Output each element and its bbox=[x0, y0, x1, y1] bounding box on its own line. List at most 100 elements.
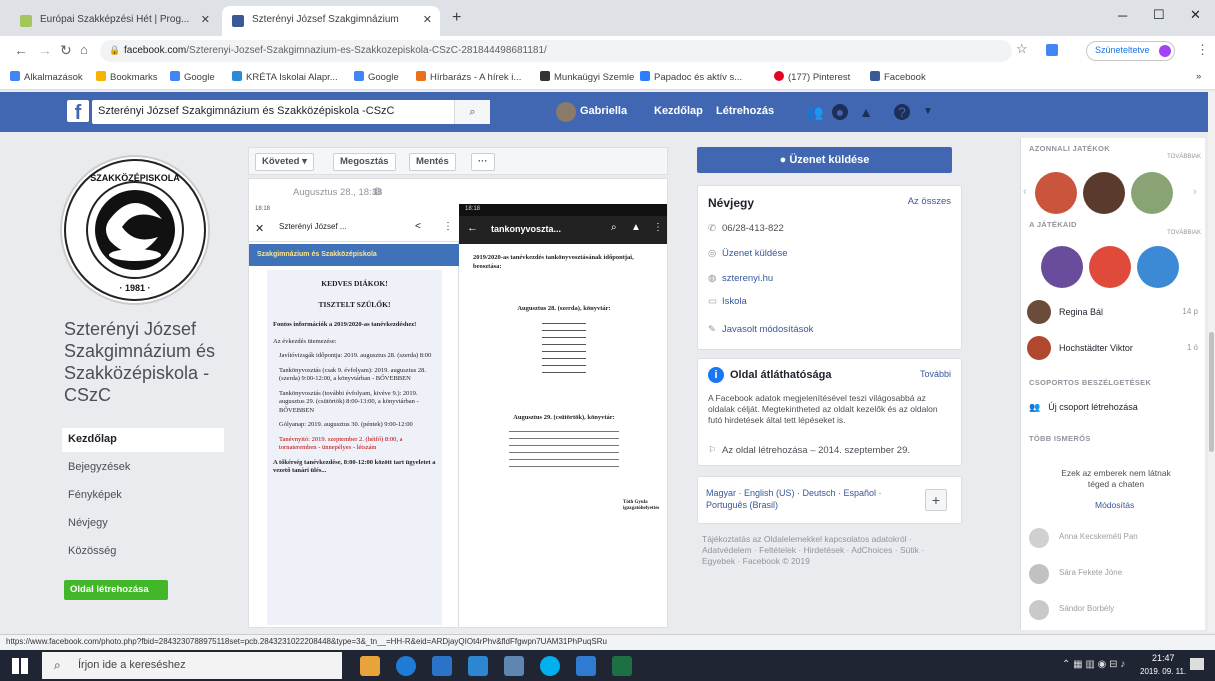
chevron-left-icon[interactable]: ‹ bbox=[1023, 186, 1027, 198]
nav-item-about[interactable]: Névjegy bbox=[62, 512, 224, 536]
offline-contact[interactable]: Sára Fekete Jóne bbox=[1029, 562, 1199, 586]
windows-app-icon[interactable] bbox=[576, 656, 596, 676]
facebook-logo-icon[interactable]: f bbox=[67, 100, 89, 124]
tab-europai[interactable]: Európai Szakképzési Hét | Prog... ✕ bbox=[10, 6, 218, 36]
bookmark-item[interactable]: Google bbox=[354, 71, 399, 83]
add-language-button[interactable]: + bbox=[925, 489, 947, 511]
game-avatar[interactable] bbox=[1131, 172, 1173, 214]
bookmark-item[interactable]: KRÉTA Iskolai Alapr... bbox=[232, 71, 338, 83]
back-icon[interactable]: ← bbox=[14, 42, 28, 58]
forward-icon[interactable]: → bbox=[38, 42, 52, 58]
reload-icon[interactable]: ↻ bbox=[60, 42, 72, 59]
website-link[interactable]: ◍ szterenyi.hu bbox=[708, 273, 773, 284]
photos-icon[interactable] bbox=[468, 656, 488, 676]
nav-item-community[interactable]: Közösség bbox=[62, 540, 224, 564]
maximize-icon[interactable]: ☐ bbox=[1153, 7, 1165, 23]
schedule-heading: 2019/2020-as tanévkezdés tankönyvosztásá… bbox=[473, 254, 634, 270]
post-image-2[interactable]: 18:18 ← tankonyvoszta... ⌕ ▲ ⋮ 2019/2020… bbox=[459, 204, 667, 627]
extension-icon[interactable] bbox=[1046, 44, 1058, 56]
create-link[interactable]: Létrehozás bbox=[716, 105, 774, 117]
close-icon[interactable]: ✕ bbox=[201, 13, 210, 26]
menu-icon[interactable]: ⋮ bbox=[1196, 42, 1209, 58]
link-preview-statusbar: https://www.facebook.com/photo.php?fbid=… bbox=[0, 634, 1215, 650]
messenger-icon[interactable]: ● bbox=[832, 104, 848, 120]
edge-icon[interactable] bbox=[396, 656, 416, 676]
messenger-icon: ◎ bbox=[708, 248, 717, 259]
school-logo[interactable]: SZAKKÖZÉPISKOLA · 1981 · bbox=[60, 155, 210, 305]
game-avatar[interactable] bbox=[1083, 172, 1125, 214]
change-settings-link[interactable]: Módosítás bbox=[1095, 500, 1134, 510]
help-icon[interactable]: ? bbox=[894, 104, 910, 120]
home-icon[interactable]: ⌂ bbox=[80, 42, 88, 57]
scrollbar-thumb[interactable] bbox=[1209, 332, 1214, 452]
see-more-link[interactable]: TOVÁBBIAK bbox=[1167, 154, 1201, 160]
nav-item-home[interactable]: Kezdőlap bbox=[62, 428, 224, 452]
people-app-icon[interactable] bbox=[504, 656, 524, 676]
bookmark-item[interactable]: Google bbox=[170, 71, 215, 83]
bookmark-item[interactable]: Facebook bbox=[870, 71, 926, 83]
bookmark-item[interactable]: Hírbarázs - A hírek i... bbox=[416, 71, 521, 83]
store-app-icon[interactable] bbox=[360, 656, 380, 676]
excel-icon[interactable] bbox=[612, 656, 632, 676]
calculator-icon[interactable] bbox=[432, 656, 452, 676]
scrollbar[interactable] bbox=[1208, 92, 1215, 632]
offline-contact[interactable]: Anna Kecskeméti Pan bbox=[1029, 526, 1199, 550]
bookmark-item[interactable]: Bookmarks bbox=[96, 71, 158, 83]
footer-links[interactable]: Tájékoztatás az Oldalelemekkel kapcsolat… bbox=[702, 534, 932, 567]
system-tray-icons[interactable]: ⌃ ▦ ▥ ◉ ⊟ ♪ bbox=[1062, 659, 1125, 670]
chevron-right-icon[interactable]: › bbox=[1193, 186, 1197, 198]
notifications-icon[interactable] bbox=[1190, 658, 1204, 670]
contact-item[interactable]: Hochstädter Viktor 1 ó bbox=[1027, 334, 1202, 362]
skype-icon[interactable] bbox=[540, 656, 560, 676]
save-button[interactable]: Mentés bbox=[409, 153, 456, 171]
friend-requests-icon[interactable]: 👥 bbox=[806, 104, 823, 120]
address-bar[interactable]: 🔒 facebook.com/Szterenyi-Jozsef-Szakgimn… bbox=[100, 40, 1012, 62]
suggest-edits-link[interactable]: ✎ Javasolt módosítások bbox=[708, 324, 813, 335]
notifications-icon[interactable]: ▲ bbox=[858, 104, 874, 120]
windows-start-icon[interactable] bbox=[12, 658, 28, 674]
transparency-more-link[interactable]: További bbox=[920, 369, 951, 379]
create-page-button[interactable]: Oldal létrehozása bbox=[64, 580, 168, 600]
game-avatar[interactable] bbox=[1041, 246, 1083, 288]
share-button[interactable]: Megosztás bbox=[333, 153, 396, 171]
bookmark-item[interactable]: (177) Pinterest bbox=[774, 71, 850, 83]
profile-button[interactable]: Szüneteltetve bbox=[1086, 41, 1175, 61]
language-list[interactable]: Magyar · English (US) · Deutsch · Españo… bbox=[706, 487, 906, 511]
message-link[interactable]: ◎ Üzenet küldése bbox=[708, 248, 787, 259]
about-see-all-link[interactable]: Az összes bbox=[908, 196, 951, 207]
clock-time[interactable]: 21:47 bbox=[1152, 653, 1175, 663]
nav-item-posts[interactable]: Bejegyzések bbox=[62, 456, 224, 480]
search-icon[interactable]: ⌕ bbox=[454, 100, 490, 124]
contact-item[interactable]: Regina Bál 14 p bbox=[1027, 298, 1202, 326]
account-menu-icon[interactable]: ▼ bbox=[920, 104, 936, 120]
game-avatar[interactable] bbox=[1089, 246, 1131, 288]
send-message-button[interactable]: ● Üzenet küldése bbox=[697, 147, 952, 173]
bookmark-item[interactable]: Papadoc és aktív s... bbox=[640, 71, 742, 83]
bookmark-item[interactable]: Munkaügyi Szemle bbox=[540, 71, 634, 83]
taskbar-search-input[interactable]: ⌕ Írjon ide a kereséshez bbox=[42, 652, 342, 679]
tab-facebook[interactable]: Szterényi József Szakgimnázium ✕ bbox=[222, 6, 440, 36]
follow-button[interactable]: Követed ▾ bbox=[255, 153, 314, 171]
game-avatar[interactable] bbox=[1035, 172, 1077, 214]
search-input[interactable]: Szterényi József Szakgimnázium és Szakkö… bbox=[92, 100, 490, 124]
post-date[interactable]: Augusztus 28., 18:38 bbox=[293, 187, 382, 198]
star-icon[interactable]: ☆ bbox=[1016, 41, 1028, 57]
new-tab-button[interactable]: + bbox=[452, 9, 461, 27]
user-profile-link[interactable]: Gabriella bbox=[580, 105, 627, 117]
category-link[interactable]: ▭ Iskola bbox=[708, 296, 747, 307]
game-avatar[interactable] bbox=[1137, 246, 1179, 288]
more-button[interactable]: ··· bbox=[471, 153, 495, 171]
close-icon[interactable]: ✕ bbox=[423, 13, 432, 26]
home-link[interactable]: Kezdőlap bbox=[654, 105, 703, 117]
offline-contact[interactable]: Sándor Borbély bbox=[1029, 598, 1199, 622]
more-bookmarks-icon[interactable]: » bbox=[1196, 71, 1201, 82]
minimize-icon[interactable]: ─ bbox=[1118, 8, 1127, 23]
bookmark-apps[interactable]: Alkalmazások bbox=[10, 71, 83, 83]
see-more-link[interactable]: TOVÁBBIAK bbox=[1167, 230, 1201, 236]
close-window-icon[interactable]: ✕ bbox=[1190, 7, 1201, 23]
create-group-button[interactable]: 👥 Új csoport létrehozása bbox=[1029, 402, 1138, 413]
nav-item-photos[interactable]: Fényképek bbox=[62, 484, 224, 508]
post-image-1[interactable]: 18:18 ✕ Szterényi József ... < ⋮ Szakgim… bbox=[249, 204, 459, 627]
avatar[interactable] bbox=[556, 102, 576, 122]
clock-date[interactable]: 2019. 09. 11. bbox=[1140, 667, 1186, 676]
